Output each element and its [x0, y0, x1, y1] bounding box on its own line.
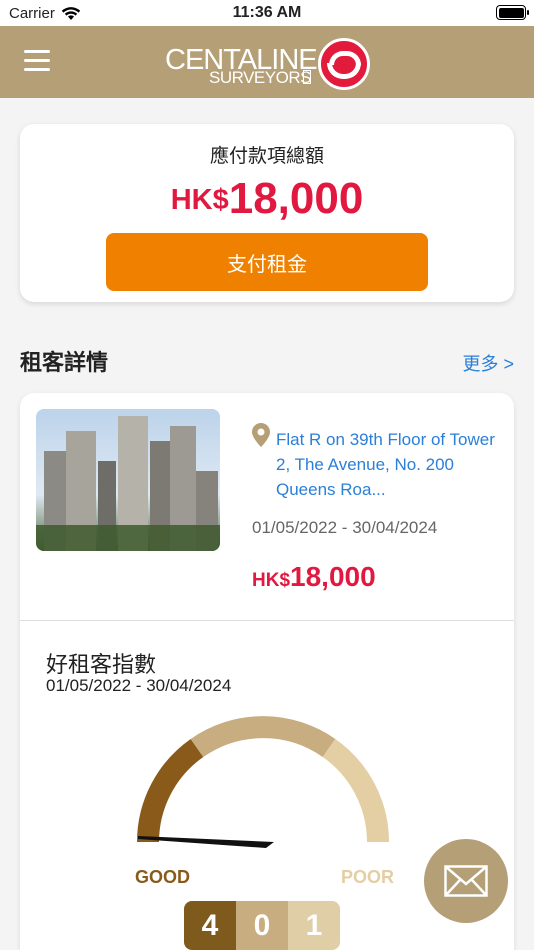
rent-value: 18,000	[290, 561, 376, 592]
property-photo	[36, 409, 220, 551]
gauge-good-label: GOOD	[135, 867, 191, 887]
gauge-segment-good	[137, 738, 204, 843]
score-digits: 4 0 1	[184, 901, 340, 950]
property-address[interactable]: Flat R on 39th Floor of Tower 2, The Ave…	[276, 427, 496, 502]
status-bar: Carrier 11:36 AM	[0, 0, 534, 26]
gauge-segment-poor	[322, 738, 389, 843]
menu-icon[interactable]	[24, 50, 50, 72]
location-pin-icon	[252, 423, 270, 447]
battery-icon	[496, 5, 529, 20]
tenant-score-title: 好租客指數	[46, 652, 157, 677]
divider	[20, 620, 514, 621]
gauge-poor-label: POOR	[341, 867, 395, 887]
score-digit: 0	[236, 901, 288, 950]
mail-icon	[444, 865, 488, 897]
centaline-logo: CENTALINE SURVEYORS	[165, 38, 370, 90]
score-digit: 1	[288, 901, 340, 950]
payment-currency: HK$	[170, 184, 229, 216]
logo-mark-icon	[318, 38, 370, 90]
tenant-section-title: 租客詳情	[20, 350, 109, 375]
score-digit: 4	[184, 901, 236, 950]
payment-amount: HK$18,000	[20, 174, 514, 224]
logo-line2: SURVEYORS	[209, 68, 311, 87]
clock: 11:36 AM	[232, 4, 302, 21]
mail-button[interactable]	[424, 839, 508, 923]
monthly-rent: HK$18,000	[252, 561, 376, 593]
more-link[interactable]: 更多 >	[462, 350, 514, 376]
tenant-score-gauge	[137, 716, 389, 848]
pay-rent-button[interactable]: 支付租金	[106, 233, 428, 291]
payment-value: 18,000	[228, 174, 364, 223]
tenant-score-period: 01/05/2022 - 30/04/2024	[46, 676, 232, 695]
payment-title: 應付款項總額	[209, 146, 324, 167]
lease-period: 01/05/2022 - 30/04/2024	[252, 518, 438, 537]
rent-currency: HK$	[252, 570, 291, 591]
gauge-segment-middle	[190, 716, 336, 758]
payment-summary-card: 應付款項總額 HK$18,000 支付租金	[20, 124, 514, 302]
navigation-bar: CENTALINE SURVEYORS	[0, 26, 534, 98]
logo-chinese-tag	[303, 70, 311, 84]
